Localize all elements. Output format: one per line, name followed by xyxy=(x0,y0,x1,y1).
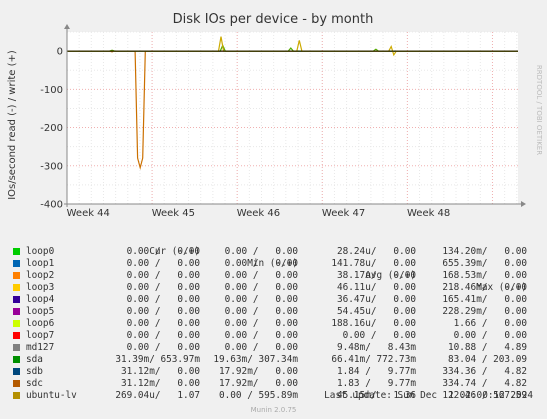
legend-row: md127 0.00 / 0.00 0.00 / 0.00 9.48m/ 8.43m 1… xyxy=(10,342,540,354)
legend-max: 655.39m/ 0.00 xyxy=(442,258,527,269)
legend-swatch xyxy=(13,260,20,267)
legend-swatch xyxy=(13,344,20,351)
legend-swatch xyxy=(13,356,20,363)
legend-max: 168.53m/ 0.00 xyxy=(442,270,527,281)
legend-row: sdc 31.12m/ 0.00 17.92m/ 0.00 1.83 / 9.77m 3… xyxy=(10,378,540,390)
legend-name: md127 xyxy=(26,342,55,353)
chart-title: Disk IOs per device - by month xyxy=(173,12,374,27)
legend-swatch xyxy=(13,272,20,279)
y-tick-label: -200 xyxy=(40,123,63,134)
legend-swatch xyxy=(13,332,20,339)
rrdtool-credit: RRDTOOL / TOBI OETIKER xyxy=(535,65,543,155)
legend-row: loop1 0.00 / 0.00 0.00 / 0.00 141.78u/ 0.00… xyxy=(10,258,540,270)
legend-max: 334.74 / 4.82 xyxy=(442,378,527,389)
legend-max: 0.00 / 0.00 xyxy=(453,330,527,341)
legend-name: sdb xyxy=(26,366,43,377)
legend-max: 218.46m/ 0.00 xyxy=(442,282,527,293)
x-axis-arrow xyxy=(521,201,526,207)
legend-max: 1.66 / 0.00 xyxy=(453,318,527,329)
y-axis-arrow xyxy=(64,24,70,29)
legend-name: loop7 xyxy=(26,330,55,341)
legend-max: 334.36 / 4.82 xyxy=(442,366,527,377)
legend-swatch xyxy=(13,296,20,303)
legend-name: loop4 xyxy=(26,294,55,305)
x-tick-label: Week 44 xyxy=(67,208,110,219)
legend-name: loop3 xyxy=(26,282,55,293)
plot-area xyxy=(67,32,518,204)
legend-max: 83.04 / 203.09 xyxy=(447,354,527,365)
y-tick-label: 0 xyxy=(57,47,63,58)
y-tick-label: -400 xyxy=(40,200,63,211)
legend-swatch xyxy=(13,248,20,255)
y-tick-label: -300 xyxy=(40,161,63,172)
legend-row: loop5 0.00 / 0.00 0.00 / 0.00 54.45u/ 0.00 2… xyxy=(10,306,540,318)
legend-name: loop2 xyxy=(26,270,55,281)
legend-row: loop0 0.00 / 0.00 0.00 / 0.00 28.24u/ 0.00 1… xyxy=(10,246,540,258)
legend-row: sda 31.39m/ 653.97m 19.63m/ 307.34m 66.41m/… xyxy=(10,354,540,366)
legend-name: loop0 xyxy=(26,246,55,257)
legend-header: Cur (-/+) Min (-/+) Avg (-/+) Max (-/+) xyxy=(10,234,540,293)
legend-swatch xyxy=(13,368,20,375)
y-tick-label: -100 xyxy=(40,85,63,96)
legend-row: loop2 0.00 / 0.00 0.00 / 0.00 38.17u/ 0.00 1… xyxy=(10,270,540,282)
legend-swatch xyxy=(13,380,20,387)
legend-max: 165.41m/ 0.00 xyxy=(442,294,527,305)
legend-max: 134.20m/ 0.00 xyxy=(442,246,527,257)
legend-name: loop1 xyxy=(26,258,55,269)
legend-row: loop4 0.00 / 0.00 0.00 / 0.00 36.47u/ 0.00 1… xyxy=(10,294,540,306)
legend-max: 228.29m/ 0.00 xyxy=(442,306,527,317)
legend-name: loop5 xyxy=(26,306,55,317)
chart-canvas: Disk IOs per device - by month IOs/secon… xyxy=(7,12,543,219)
legend-max: 10.88 / 4.89 xyxy=(447,342,527,353)
legend-row: loop7 0.00 / 0.00 0.00 / 0.00 0.00 / 0.00 0.… xyxy=(10,330,540,342)
legend-rows: loop0 0.00 / 0.00 0.00 / 0.00 28.24u/ 0.00 1… xyxy=(10,246,540,402)
legend-name: sda xyxy=(26,354,43,365)
legend-swatch xyxy=(13,392,20,399)
legend-name: sdc xyxy=(26,378,43,389)
y-axis-label: IOs/second read (-) / write (+) xyxy=(7,50,18,200)
last-update: Last update: Sun Dec 1 02:00:12 2024 xyxy=(324,390,533,401)
legend-swatch xyxy=(13,308,20,315)
x-tick-label: Week 48 xyxy=(407,208,450,219)
legend-table: Cur (-/+) Min (-/+) Avg (-/+) Max (-/+) … xyxy=(10,234,540,402)
x-tick-label: Week 46 xyxy=(237,208,280,219)
legend-name: loop6 xyxy=(26,318,55,329)
footer-version: Munin 2.0.75 xyxy=(250,406,297,414)
legend-row: loop6 0.00 / 0.00 0.00 / 0.00 188.16u/ 0.00… xyxy=(10,318,540,330)
legend-swatch xyxy=(13,284,20,291)
x-tick-label: Week 45 xyxy=(152,208,195,219)
x-tick-labels: Week 44 Week 45 Week 46 Week 47 Week 48 xyxy=(67,208,451,219)
legend-row: sdb 31.12m/ 0.00 17.92m/ 0.00 1.84 / 9.77m 3… xyxy=(10,366,540,378)
y-tick-labels: 0 -100 -200 -300 -400 xyxy=(40,47,63,211)
legend-swatch xyxy=(13,320,20,327)
x-tick-label: Week 47 xyxy=(322,208,365,219)
legend-row: loop3 0.00 / 0.00 0.00 / 0.00 46.11u/ 0.00 2… xyxy=(10,282,540,294)
